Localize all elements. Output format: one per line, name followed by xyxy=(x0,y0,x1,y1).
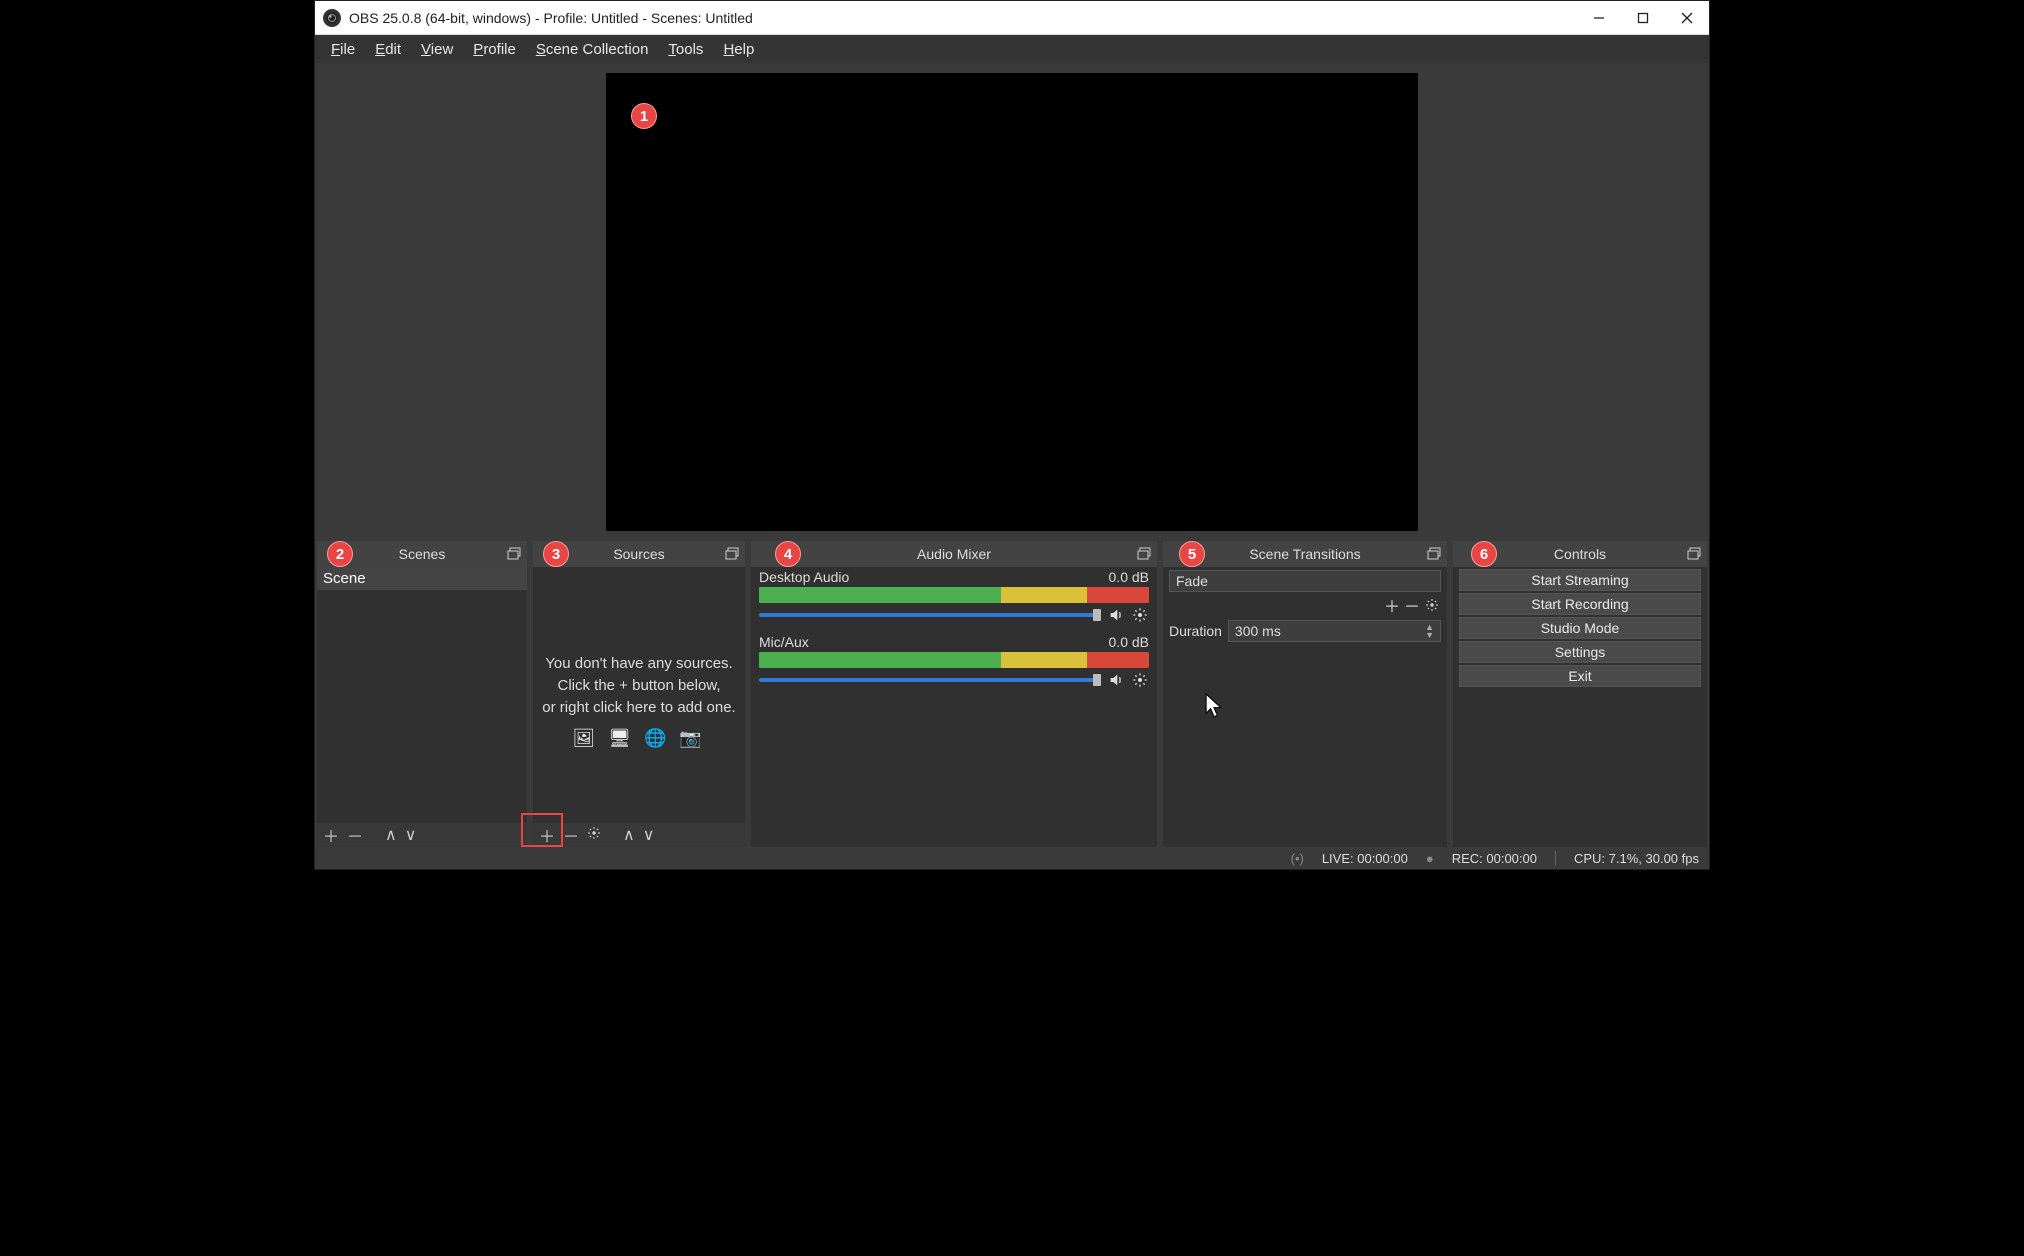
audio-mixer-panel: 4 Audio Mixer Desktop Audio 0.0 dB xyxy=(751,541,1157,847)
menu-profile[interactable]: Profile xyxy=(463,39,526,60)
menu-view[interactable]: View xyxy=(411,39,463,60)
scenes-panel-title: Scenes xyxy=(399,546,446,562)
sources-popout-button[interactable] xyxy=(723,545,741,563)
studio-mode-button[interactable]: Studio Mode xyxy=(1459,617,1701,639)
window-close-button[interactable] xyxy=(1665,1,1709,35)
spinner-icon[interactable]: ▲▼ xyxy=(1425,623,1434,639)
mixer-channel-mic: Mic/Aux 0.0 dB xyxy=(751,632,1157,689)
scenes-add-button[interactable]: ＋ xyxy=(323,823,339,847)
controls-panel: 6 Controls Start Streaming Start Recordi… xyxy=(1453,541,1707,847)
broadcast-icon: (•) xyxy=(1291,851,1304,866)
preview-canvas[interactable]: 1 xyxy=(606,73,1418,531)
mixer-channel-db: 0.0 dB xyxy=(1109,634,1149,650)
transition-select[interactable]: Fade xyxy=(1169,570,1441,592)
sources-panel: 3 Sources You don't have any sources. Cl… xyxy=(533,541,745,847)
scenes-movedown-button[interactable]: ∨ xyxy=(405,825,417,845)
mixer-channel-desktop: Desktop Audio 0.0 dB xyxy=(751,567,1157,624)
obs-logo-icon xyxy=(323,9,341,27)
mixer-popout-button[interactable] xyxy=(1135,545,1153,563)
menu-scene-collection[interactable]: Scene Collection xyxy=(526,39,659,60)
mixer-channel-name: Desktop Audio xyxy=(759,569,849,585)
annotation-badge-4: 4 xyxy=(775,541,801,567)
controls-panel-title: Controls xyxy=(1554,546,1606,562)
sources-properties-button[interactable] xyxy=(587,826,601,845)
status-live: LIVE: 00:00:00 xyxy=(1322,851,1408,866)
scene-list-item[interactable]: Scene xyxy=(317,567,527,590)
transition-add-button[interactable]: ＋ xyxy=(1383,596,1401,614)
mixer-volume-slider[interactable] xyxy=(759,678,1101,682)
sources-movedown-button[interactable]: ∨ xyxy=(643,825,655,845)
sources-panel-title: Sources xyxy=(613,546,664,562)
exit-button[interactable]: Exit xyxy=(1459,665,1701,687)
sources-hint-icons: 🖼 🖥 🌐 📷 xyxy=(533,727,745,749)
scenes-toolbar: ＋ － ∧ ∨ xyxy=(317,823,527,847)
menubar: File Edit View Profile Scene Collection … xyxy=(315,35,1709,63)
sources-empty-text: You don't have any sources. Click the + … xyxy=(533,653,745,749)
mixer-panel-title: Audio Mixer xyxy=(917,546,991,562)
sources-moveup-button[interactable]: ∧ xyxy=(623,825,635,845)
speaker-icon[interactable] xyxy=(1107,671,1125,689)
scenes-moveup-button[interactable]: ∧ xyxy=(385,825,397,845)
mixer-meter xyxy=(759,652,1149,668)
cursor-icon xyxy=(1205,693,1223,717)
transitions-panel-title: Scene Transitions xyxy=(1249,546,1360,562)
annotation-badge-1: 1 xyxy=(631,103,657,129)
preview-area: 1 xyxy=(315,63,1709,541)
annotation-badge-6: 6 xyxy=(1471,541,1497,567)
sources-remove-button[interactable]: － xyxy=(563,823,579,847)
settings-button[interactable]: Settings xyxy=(1459,641,1701,663)
scenes-popout-button[interactable] xyxy=(505,545,523,563)
controls-popout-button[interactable] xyxy=(1685,545,1703,563)
camera-icon: 📷 xyxy=(679,728,705,748)
speaker-icon[interactable] xyxy=(1107,606,1125,624)
menu-file[interactable]: File xyxy=(321,39,365,60)
menu-tools[interactable]: Tools xyxy=(658,39,713,60)
start-recording-button[interactable]: Start Recording xyxy=(1459,593,1701,615)
window-titlebar: OBS 25.0.8 (64-bit, windows) - Profile: … xyxy=(315,1,1709,35)
globe-icon: 🌐 xyxy=(644,728,670,748)
record-dot-icon: ● xyxy=(1426,851,1434,866)
status-cpu: CPU: 7.1%, 30.00 fps xyxy=(1574,851,1699,866)
menu-help[interactable]: Help xyxy=(713,39,764,60)
gear-icon[interactable] xyxy=(1131,671,1149,689)
mixer-channel-name: Mic/Aux xyxy=(759,634,809,650)
transition-properties-button[interactable] xyxy=(1423,596,1441,614)
window-minimize-button[interactable] xyxy=(1577,1,1621,35)
scenes-remove-button[interactable]: － xyxy=(347,823,363,847)
gear-icon[interactable] xyxy=(1131,606,1149,624)
annotation-badge-2: 2 xyxy=(327,541,353,567)
mixer-meter xyxy=(759,587,1149,603)
window-maximize-button[interactable] xyxy=(1621,1,1665,35)
start-streaming-button[interactable]: Start Streaming xyxy=(1459,569,1701,591)
sources-add-button[interactable]: ＋ xyxy=(539,823,555,847)
window-title: OBS 25.0.8 (64-bit, windows) - Profile: … xyxy=(349,10,753,26)
display-icon: 🖥 xyxy=(608,728,635,748)
transitions-popout-button[interactable] xyxy=(1425,545,1443,563)
annotation-badge-3: 3 xyxy=(543,541,569,567)
scenes-panel: 2 Scenes Scene ＋ － ∧ ∨ xyxy=(317,541,527,847)
sources-toolbar: ＋ － ∧ ∨ xyxy=(533,823,745,847)
transition-remove-button[interactable]: － xyxy=(1403,596,1421,614)
image-icon: 🖼 xyxy=(572,728,599,748)
transition-duration-label: Duration xyxy=(1169,623,1222,639)
mixer-channel-db: 0.0 dB xyxy=(1109,569,1149,585)
status-rec: REC: 00:00:00 xyxy=(1452,851,1537,866)
menu-edit[interactable]: Edit xyxy=(365,39,411,60)
annotation-badge-5: 5 xyxy=(1179,541,1205,567)
mixer-volume-slider[interactable] xyxy=(759,613,1101,617)
transition-duration-input[interactable]: 300 ms ▲▼ xyxy=(1228,620,1441,642)
status-bar: (•) LIVE: 00:00:00 ● REC: 00:00:00 CPU: … xyxy=(315,847,1709,869)
